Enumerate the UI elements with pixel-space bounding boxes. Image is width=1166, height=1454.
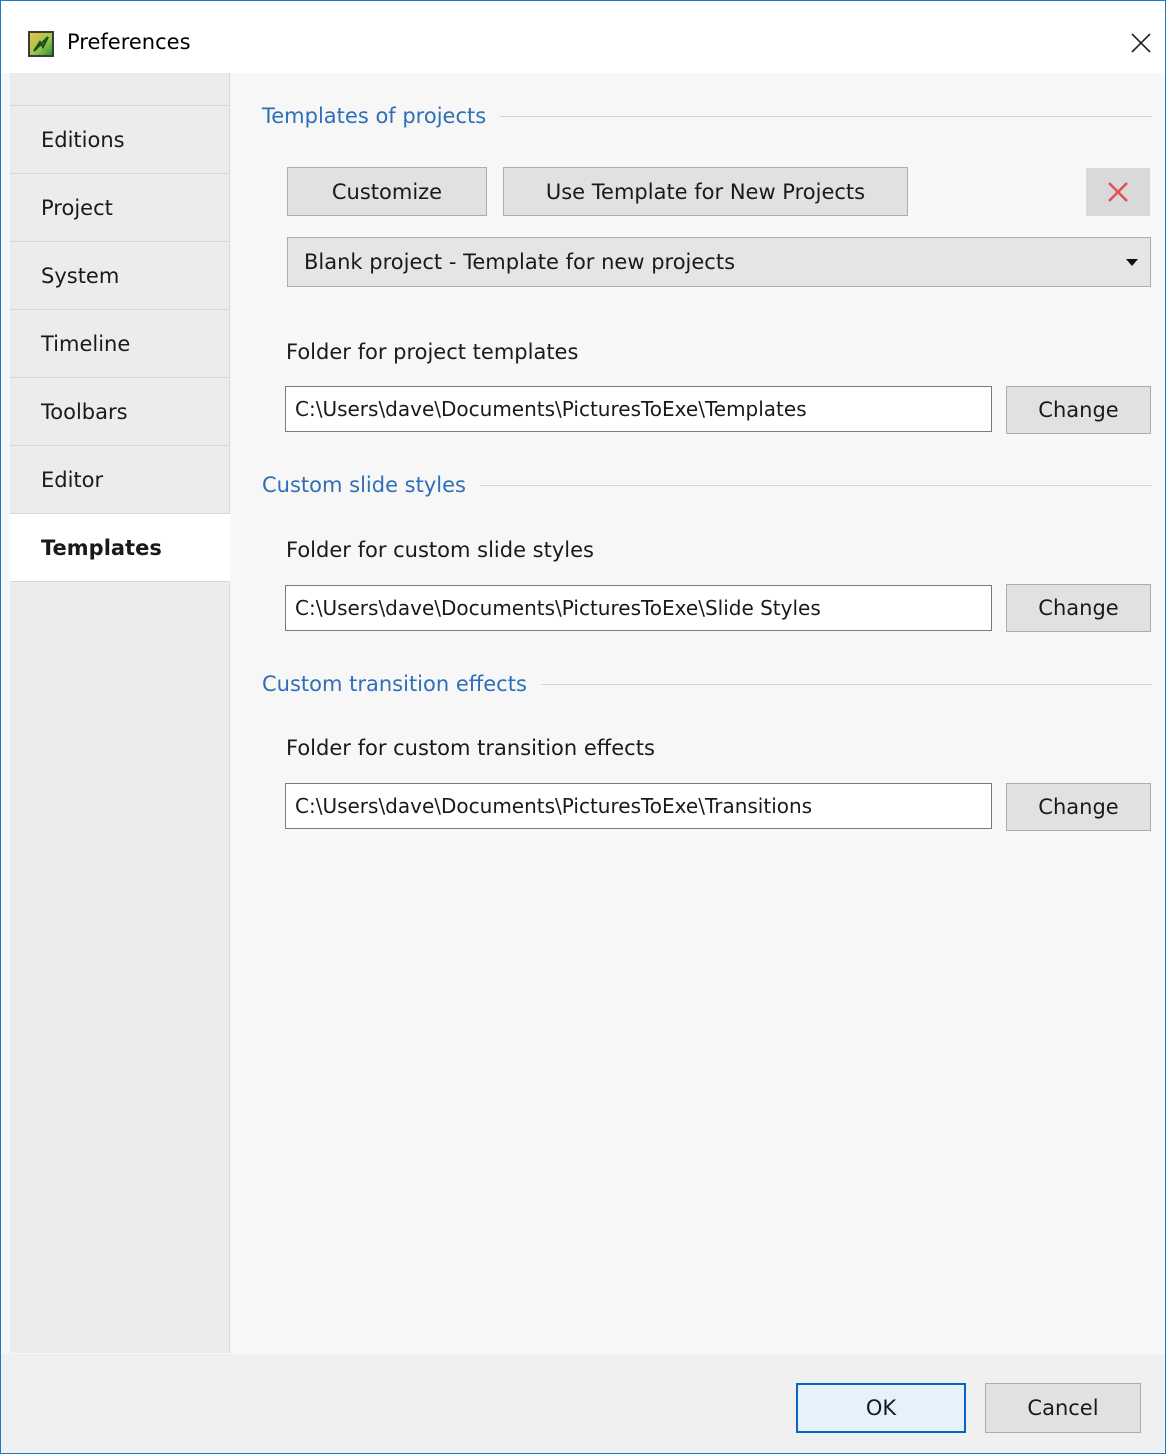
section-divider xyxy=(479,484,1152,486)
transitions-folder-label: Folder for custom transition effects xyxy=(286,736,655,760)
remove-template-button[interactable] xyxy=(1086,168,1150,216)
preferences-dialog: Preferences Editions Project System Time… xyxy=(0,0,1166,1454)
close-icon[interactable] xyxy=(1130,32,1152,54)
project-templates-folder-input[interactable] xyxy=(285,386,992,432)
sidebar-item-timeline[interactable]: Timeline xyxy=(10,310,229,378)
section-divider xyxy=(540,683,1152,685)
sidebar-item-project[interactable]: Project xyxy=(10,174,229,242)
section-title: Custom transition effects xyxy=(262,672,527,696)
section-title: Templates of projects xyxy=(262,104,487,128)
change-slide-styles-folder-button[interactable]: Change xyxy=(1006,584,1151,632)
sidebar-top-gap xyxy=(10,73,229,106)
sidebar: Editions Project System Timeline Toolbar… xyxy=(10,73,230,1353)
customize-button[interactable]: Customize xyxy=(287,167,487,216)
template-select-value: Blank project - Template for new project… xyxy=(304,250,736,274)
template-select[interactable]: Blank project - Template for new project… xyxy=(287,237,1151,287)
slide-styles-folder-label: Folder for custom slide styles xyxy=(286,538,594,562)
templates-panel: Templates of projects Customize Use Temp… xyxy=(230,73,1165,1353)
dialog-footer: OK Cancel xyxy=(1,1354,1165,1453)
sidebar-item-editions[interactable]: Editions xyxy=(10,106,229,174)
window-title: Preferences xyxy=(67,30,191,54)
use-template-button[interactable]: Use Template for New Projects xyxy=(503,167,908,216)
section-header-slide-styles: Custom slide styles xyxy=(262,470,1152,500)
section-divider xyxy=(500,115,1152,117)
app-icon xyxy=(28,31,54,57)
close-button[interactable] xyxy=(1117,19,1165,67)
project-templates-folder-label: Folder for project templates xyxy=(286,340,579,364)
change-transitions-folder-button[interactable]: Change xyxy=(1006,783,1151,831)
sidebar-item-system[interactable]: System xyxy=(10,242,229,310)
sidebar-item-toolbars[interactable]: Toolbars xyxy=(10,378,229,446)
slide-styles-folder-input[interactable] xyxy=(285,585,992,631)
sidebar-item-editor[interactable]: Editor xyxy=(10,446,229,514)
transitions-folder-input[interactable] xyxy=(285,783,992,829)
cancel-button[interactable]: Cancel xyxy=(985,1383,1141,1433)
sidebar-item-templates[interactable]: Templates xyxy=(10,514,230,582)
red-x-icon xyxy=(1108,182,1128,202)
title-bar: Preferences xyxy=(1,1,1165,73)
change-templates-folder-button[interactable]: Change xyxy=(1006,386,1151,434)
section-header-transitions: Custom transition effects xyxy=(262,669,1152,699)
section-title: Custom slide styles xyxy=(262,473,466,497)
chevron-down-icon xyxy=(1126,259,1138,266)
section-header-templates: Templates of projects xyxy=(262,101,1152,131)
ok-button[interactable]: OK xyxy=(796,1383,966,1433)
